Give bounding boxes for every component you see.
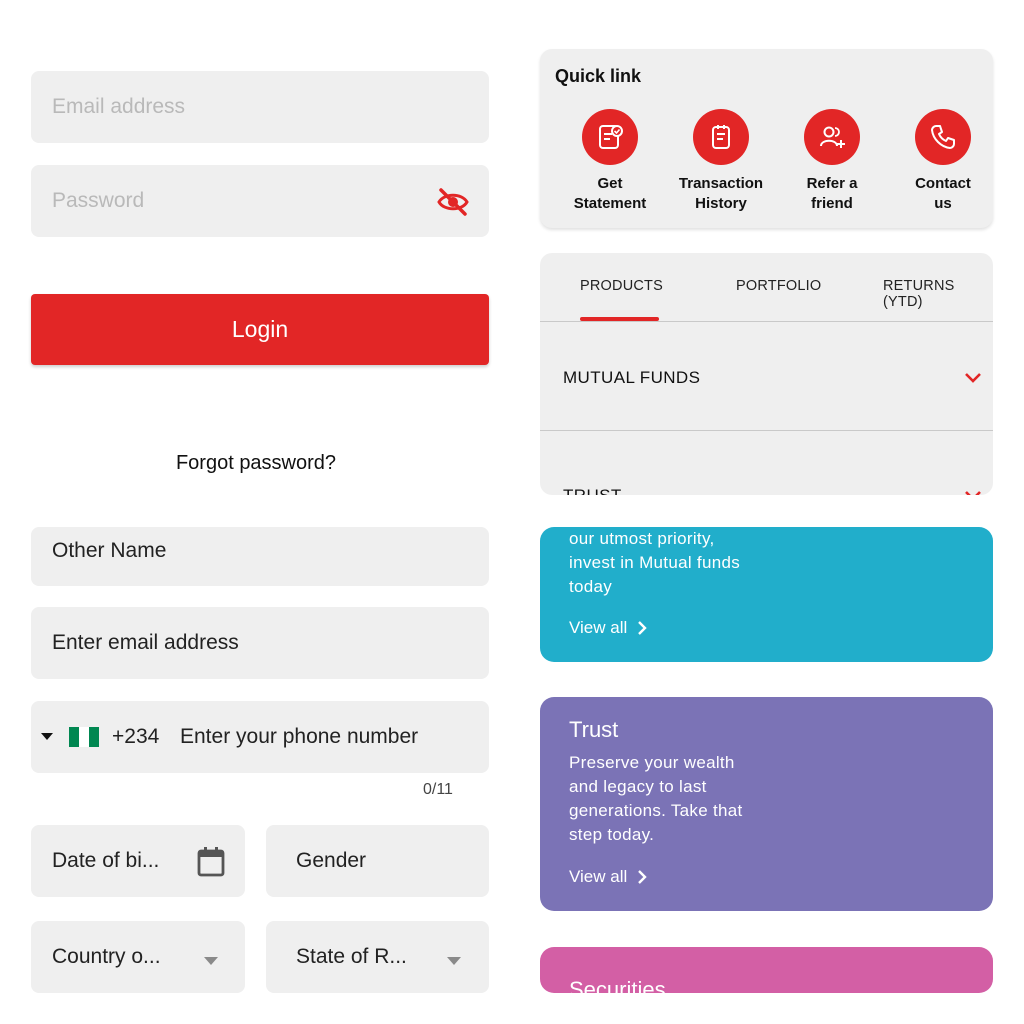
chevron-right-icon [638,870,647,884]
accordion-trust[interactable]: TRUST [540,431,993,495]
forgot-password-link[interactable]: Forgot password? [31,452,481,475]
quick-link-label: Refer a friend [806,175,858,212]
tab-products[interactable]: PRODUCTS [580,278,663,294]
quick-link-transaction-history[interactable]: Transaction History [666,109,776,219]
mutual-funds-promo-card[interactable]: our utmost priority, invest in Mutual fu… [540,527,993,662]
accordion-mutual-funds[interactable]: MUTUAL FUNDS [540,322,993,430]
chevron-down-icon[interactable] [446,953,462,965]
view-all-link[interactable]: View all [569,618,647,638]
nigeria-flag-icon [69,727,99,747]
securities-promo-card[interactable]: Securities [540,947,993,993]
other-name-field[interactable]: Other Name [31,527,489,586]
promo-title: Trust [569,717,619,742]
quick-link-refer-friend[interactable]: Refer a friend [777,109,887,219]
quick-link-label: Contact us [915,175,971,212]
caret-down-icon [41,733,53,740]
phone-placeholder: Enter your phone number [180,725,419,748]
country-code-dropdown[interactable] [39,728,55,744]
products-card: PRODUCTS PORTFOLIO RETURNS (YTD) MUTUAL … [540,253,993,495]
promo-title: Securities [569,977,666,993]
password-field[interactable]: Password [31,165,489,237]
other-name-label: Other Name [52,539,167,562]
promo-description: our utmost priority, invest in Mutual fu… [569,529,741,596]
quick-link-contact-us[interactable]: Contact us [888,109,998,219]
tab-returns[interactable]: RETURNS (YTD) [883,278,993,310]
date-of-birth-field[interactable]: Date of bi... [31,825,245,897]
accordion-label: MUTUAL FUNDS [563,368,701,387]
chevron-down-icon [964,489,982,495]
quick-link-title: Quick link [555,66,642,86]
login-label: Login [231,316,289,342]
quick-link-card: Quick link Get Statement Transaction Histo… [540,49,993,228]
trust-promo-card[interactable]: Trust Preserve your wealth and legacy to… [540,697,993,911]
chevron-right-icon [638,621,647,635]
receipt-icon [693,109,749,165]
add-user-icon [804,109,860,165]
forgot-password-label: Forgot password? [175,452,337,474]
quick-link-label: Transaction History [678,175,764,212]
gender-label: Gender [296,849,367,872]
view-all-label: View all [569,867,628,886]
phone-icon [915,109,971,165]
view-all-link[interactable]: View all [569,867,647,887]
date-of-birth-label: Date of bi... [52,849,160,872]
gender-field[interactable]: Gender [266,825,489,897]
register-email-field[interactable]: Enter email address [31,607,489,679]
view-all-label: View all [569,618,628,637]
dial-code: +234 [112,725,160,748]
phone-counter: 0/11 [423,781,453,798]
register-email-placeholder: Enter email address [52,631,239,654]
calendar-icon[interactable] [196,846,226,878]
phone-field[interactable]: +234 Enter your phone number [31,701,489,773]
country-field[interactable]: Country o... [31,921,245,993]
email-placeholder: Email address [52,95,186,118]
quick-link-label: Get Statement [573,175,647,212]
password-placeholder: Password [52,189,145,212]
statement-icon [582,109,638,165]
eye-off-icon[interactable] [436,187,470,217]
chevron-down-icon[interactable] [203,953,219,965]
tab-portfolio[interactable]: PORTFOLIO [736,278,821,294]
chevron-down-icon [964,371,982,383]
accordion-label: TRUST [563,486,622,495]
login-button[interactable]: Login [31,294,489,365]
email-field[interactable]: Email address [31,71,489,143]
promo-description: Preserve your wealth and legacy to last … [569,753,743,844]
country-label: Country o... [52,945,161,968]
state-label: State of R... [296,945,407,968]
state-field[interactable]: State of R... [266,921,489,993]
quick-link-get-statement[interactable]: Get Statement [555,109,665,219]
